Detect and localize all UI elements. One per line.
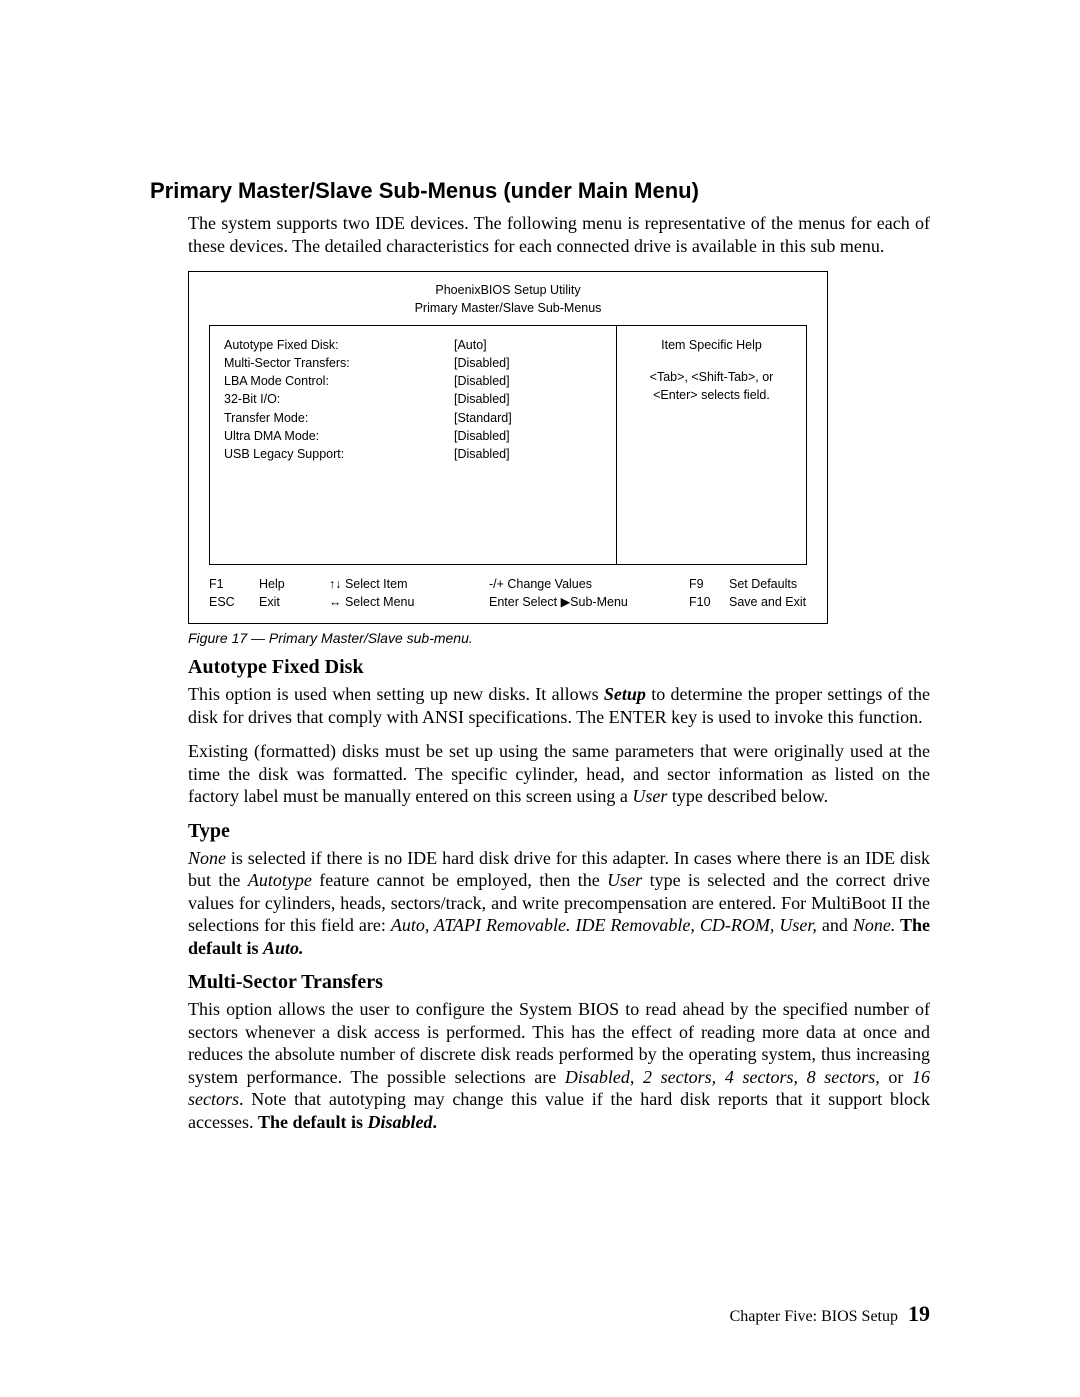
bios-value: [Disabled] xyxy=(454,445,602,463)
multisector-paragraph-1: This option allows the user to configure… xyxy=(188,998,930,1133)
bios-title-2: Primary Master/Slave Sub-Menus xyxy=(189,300,827,318)
bios-footer: F1 Help ↑↓ Select Item -/+ Change Values… xyxy=(189,565,827,623)
text-run-italic: Autotype xyxy=(248,870,312,890)
bios-label: Transfer Mode: xyxy=(224,409,454,427)
bios-row: Ultra DMA Mode:[Disabled] xyxy=(224,427,602,445)
text-run-italic: None. xyxy=(853,915,896,935)
autotype-paragraph-2: Existing (formatted) disks must be set u… xyxy=(188,740,930,808)
bios-value: [Disabled] xyxy=(454,427,602,445)
figure-caption: Figure 17 — Primary Master/Slave sub-men… xyxy=(188,630,930,646)
bios-label: Autotype Fixed Disk: xyxy=(224,336,454,354)
bios-row: Autotype Fixed Disk:[Auto] xyxy=(224,336,602,354)
bios-key: ESC xyxy=(209,593,259,611)
text-run-bold-italic: Auto. xyxy=(263,938,304,958)
bios-label: 32-Bit I/O: xyxy=(224,390,454,408)
bios-key-label: Set Defaults xyxy=(729,575,807,593)
content-area: Primary Master/Slave Sub-Menus (under Ma… xyxy=(150,178,930,1145)
bios-key-label: Save and Exit xyxy=(729,593,807,611)
bios-key-label: Help xyxy=(259,575,329,593)
text-run-italic: Disabled, 2 sectors, 4 sectors, 8 sector… xyxy=(565,1067,880,1087)
chapter-label: Chapter Five: BIOS Setup xyxy=(730,1308,898,1325)
subsection-heading-multisector: Multi-Sector Transfers xyxy=(188,971,930,994)
bios-label: Ultra DMA Mode: xyxy=(224,427,454,445)
bios-help-line: <Enter> selects field. xyxy=(629,386,794,404)
bios-row: Multi-Sector Transfers:[Disabled] xyxy=(224,354,602,372)
bios-key: F1 xyxy=(209,575,259,593)
bios-header: PhoenixBIOS Setup Utility Primary Master… xyxy=(189,272,827,325)
text-run-italic: User xyxy=(607,870,642,890)
bios-key: F10 xyxy=(689,593,729,611)
bios-label: Multi-Sector Transfers: xyxy=(224,354,454,372)
intro-paragraph: The system supports two IDE devices. The… xyxy=(188,212,930,257)
text-run-bold: The default is xyxy=(258,1112,368,1132)
type-paragraph-1: None is selected if there is no IDE hard… xyxy=(188,847,930,960)
bios-key-label: ↑↓ Select Item xyxy=(329,575,489,593)
bios-value: [Disabled] xyxy=(454,354,602,372)
bios-key: F9 xyxy=(689,575,729,593)
text-run-italic: None xyxy=(188,848,226,868)
bios-key-label: Exit xyxy=(259,593,329,611)
text-run-bold-italic: Setup xyxy=(604,684,646,704)
bios-help-title: Item Specific Help xyxy=(629,336,794,354)
text-run-italic: User xyxy=(632,786,667,806)
bios-row: 32-Bit I/O:[Disabled] xyxy=(224,390,602,408)
text-run-italic: Auto, ATAPI Removable. IDE Removable, CD… xyxy=(391,915,817,935)
text-run-bold: . xyxy=(432,1112,437,1132)
bios-key-label: Enter Select ▶Sub-Menu xyxy=(489,593,689,611)
bios-footer-row: F1 Help ↑↓ Select Item -/+ Change Values… xyxy=(209,575,807,593)
bios-row: Transfer Mode:[Standard] xyxy=(224,409,602,427)
bios-label: USB Legacy Support: xyxy=(224,445,454,463)
bios-row: USB Legacy Support:[Disabled] xyxy=(224,445,602,463)
bios-title-1: PhoenixBIOS Setup Utility xyxy=(189,282,827,300)
bios-body: Autotype Fixed Disk:[Auto] Multi-Sector … xyxy=(189,325,827,565)
text-run: This option is used when setting up new … xyxy=(188,684,604,704)
bios-value: [Standard] xyxy=(454,409,602,427)
section-heading: Primary Master/Slave Sub-Menus (under Ma… xyxy=(150,178,930,204)
bios-key-label: -/+ Change Values xyxy=(489,575,689,593)
page-number: 19 xyxy=(908,1301,930,1326)
text-run-bold-italic: Disabled xyxy=(367,1112,432,1132)
text-run: feature cannot be employed, then the xyxy=(312,870,607,890)
bios-key-label: ↔ Select Menu xyxy=(329,593,489,611)
subsection-heading-autotype: Autotype Fixed Disk xyxy=(188,656,930,679)
bios-help-line: <Tab>, <Shift-Tab>, or xyxy=(629,368,794,386)
document-page: Primary Master/Slave Sub-Menus (under Ma… xyxy=(0,0,1080,1397)
bios-value: [Disabled] xyxy=(454,372,602,390)
bios-help-panel: Item Specific Help <Tab>, <Shift-Tab>, o… xyxy=(617,325,807,565)
page-footer: Chapter Five: BIOS Setup 19 xyxy=(730,1301,930,1327)
text-run: type described below. xyxy=(667,786,828,806)
subsection-heading-type: Type xyxy=(188,820,930,843)
text-run: or xyxy=(880,1067,912,1087)
autotype-paragraph-1: This option is used when setting up new … xyxy=(188,683,930,728)
bios-value: [Auto] xyxy=(454,336,602,354)
text-run: and xyxy=(817,915,853,935)
bios-left-panel: Autotype Fixed Disk:[Auto] Multi-Sector … xyxy=(209,325,617,565)
bios-value: [Disabled] xyxy=(454,390,602,408)
bios-setup-box: PhoenixBIOS Setup Utility Primary Master… xyxy=(188,271,828,624)
bios-row: LBA Mode Control:[Disabled] xyxy=(224,372,602,390)
bios-label: LBA Mode Control: xyxy=(224,372,454,390)
bios-footer-row: ESC Exit ↔ Select Menu Enter Select ▶Sub… xyxy=(209,593,807,611)
